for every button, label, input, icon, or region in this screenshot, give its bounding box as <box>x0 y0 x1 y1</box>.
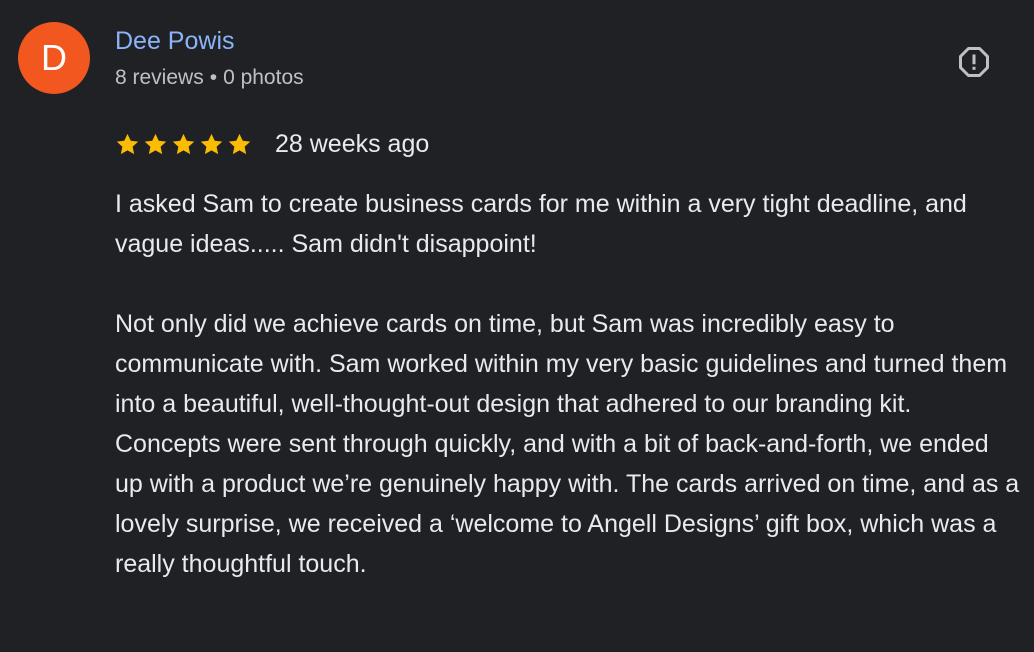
star-icon <box>116 133 139 154</box>
star-icon <box>144 133 167 154</box>
star-icon <box>172 133 195 154</box>
review-text: I asked Sam to create business cards for… <box>115 184 1020 584</box>
review-card: D Dee Powis 8 reviews • 0 photos 28 weeks … <box>0 0 1034 652</box>
review-paragraph-1: I asked Sam to create business cards for… <box>115 190 967 258</box>
avatar-initial: D <box>41 37 67 78</box>
review-date: 28 weeks ago <box>275 130 430 158</box>
star-rating <box>115 132 252 157</box>
star-icon <box>200 133 223 154</box>
reviewer-name[interactable]: Dee Powis <box>115 26 235 56</box>
photos-count: 0 photos <box>223 66 304 89</box>
report-icon <box>959 47 989 77</box>
report-button[interactable] <box>954 42 994 82</box>
meta-separator: • <box>209 66 218 89</box>
reviewer-meta: 8 reviews • 0 photos <box>115 64 304 92</box>
reviews-count: 8 reviews <box>115 66 204 89</box>
avatar[interactable]: D <box>18 22 90 94</box>
rating-row: 28 weeks ago <box>115 128 429 160</box>
star-icon <box>228 133 251 154</box>
review-paragraph-2: Not only did we achieve cards on time, b… <box>115 310 1020 578</box>
